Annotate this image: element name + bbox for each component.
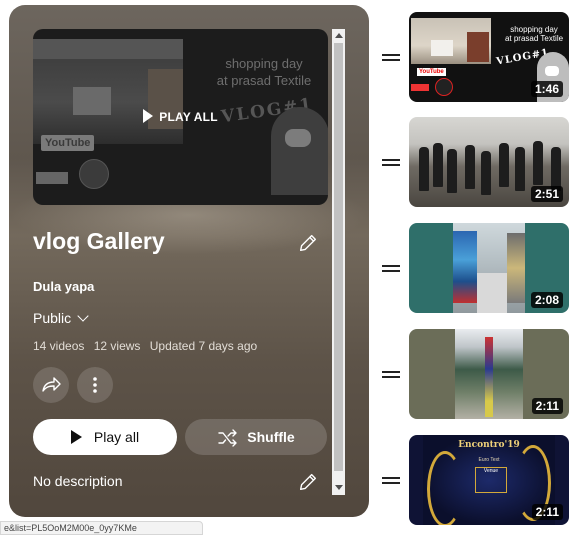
video-thumbnail[interactable]: 2:51 bbox=[409, 117, 569, 207]
privacy-dropdown[interactable]: Public bbox=[33, 310, 89, 326]
play-icon bbox=[70, 430, 82, 444]
video-duration: 2:08 bbox=[530, 292, 563, 308]
playlist-description: No description bbox=[33, 473, 123, 489]
playlist-hero-thumbnail[interactable]: shopping day at prasad Textile VLOG#1 Yo… bbox=[33, 29, 328, 205]
drag-handle-icon[interactable] bbox=[382, 477, 400, 485]
video-thumbnail[interactable]: 2:11 bbox=[409, 329, 569, 419]
scrollbar-thumb[interactable] bbox=[334, 43, 343, 471]
youtube-logo: YouTube bbox=[417, 68, 446, 76]
view-count: 12 views bbox=[93, 339, 141, 353]
poster-title: Encontro'19 bbox=[458, 440, 520, 450]
thumb-supermarket-aisle bbox=[453, 223, 525, 313]
more-actions-button[interactable] bbox=[77, 367, 113, 403]
scroll-up-arrow-icon[interactable] bbox=[335, 33, 343, 38]
pencil-icon[interactable] bbox=[297, 471, 319, 493]
playlist-header-panel: shopping day at prasad Textile VLOG#1 Yo… bbox=[9, 5, 369, 517]
youtube-logo: YouTube bbox=[41, 135, 95, 151]
drag-handle-icon[interactable] bbox=[382, 159, 400, 167]
browser-status-url: e&list=PL5OoM2M00e_0yy7KMe bbox=[0, 521, 203, 535]
hero-thumb-badge bbox=[36, 172, 68, 184]
updated-date: Updated 7 days ago bbox=[149, 339, 258, 353]
video-thumbnail[interactable]: 2:08 bbox=[409, 223, 569, 313]
drag-handle-icon[interactable] bbox=[382, 265, 400, 273]
shuffle-icon bbox=[218, 429, 237, 447]
video-duration: 2:11 bbox=[531, 504, 563, 520]
hero-play-all-overlay[interactable]: PLAY ALL bbox=[33, 109, 328, 124]
privacy-label: Public bbox=[33, 310, 72, 326]
video-duration: 2:51 bbox=[530, 186, 563, 202]
playlist-owner[interactable]: Dula yapa bbox=[33, 279, 94, 294]
share-button[interactable] bbox=[33, 367, 69, 403]
play-all-button[interactable]: Play all bbox=[33, 419, 177, 455]
scroll-down-arrow-icon[interactable] bbox=[335, 485, 343, 490]
video-thumbnail[interactable]: Encontro'19 Euro Text Venue 2:11 bbox=[409, 435, 569, 525]
thumb-outdoor-scene bbox=[455, 329, 523, 419]
shuffle-label: Shuffle bbox=[247, 429, 295, 445]
shuffle-button[interactable]: Shuffle bbox=[185, 419, 327, 455]
pencil-icon[interactable] bbox=[297, 232, 319, 254]
thumb-caption: shopping day at prasad Textile bbox=[504, 25, 564, 43]
chevron-down-icon bbox=[77, 310, 89, 322]
thumb-badge bbox=[411, 84, 429, 91]
poster-info-box: Venue bbox=[475, 467, 507, 493]
more-vert-icon bbox=[93, 377, 97, 393]
video-count: 14 videos bbox=[33, 339, 85, 353]
video-thumbnail[interactable]: shopping day at prasad Textile VLOG#1 Yo… bbox=[409, 12, 569, 102]
hero-thumb-channel-logo bbox=[79, 159, 109, 189]
drag-handle-icon[interactable] bbox=[382, 371, 400, 379]
play-icon bbox=[143, 109, 154, 123]
play-all-label: Play all bbox=[93, 429, 140, 445]
panel-scrollbar[interactable] bbox=[332, 29, 345, 495]
drag-handle-icon[interactable] bbox=[382, 54, 400, 62]
playlist-stats: 14 videos 12 views Updated 7 days ago bbox=[33, 339, 263, 353]
video-duration: 2:11 bbox=[531, 398, 563, 414]
hero-store-scene bbox=[33, 39, 183, 144]
hero-thumb-caption: shopping day at prasad Textile bbox=[216, 56, 312, 88]
playlist-title: vlog Gallery bbox=[33, 228, 165, 254]
hero-play-all-label: PLAY ALL bbox=[159, 110, 218, 124]
poster-subtitle: Euro Text bbox=[478, 457, 500, 463]
video-duration: 1:46 bbox=[530, 81, 563, 97]
share-icon bbox=[42, 377, 61, 392]
thumb-channel-logo bbox=[435, 78, 453, 96]
thumb-store-scene bbox=[411, 18, 491, 64]
